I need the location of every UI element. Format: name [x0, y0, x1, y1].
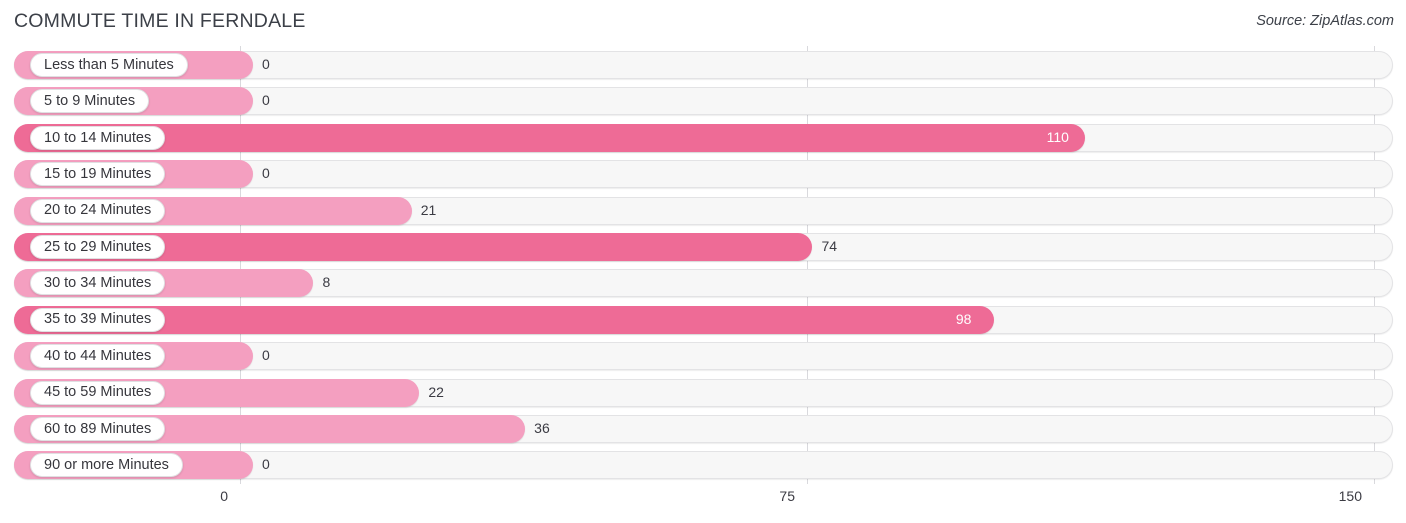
x-tick-label: 150: [1338, 488, 1362, 504]
category-label-pill: 20 to 24 Minutes: [30, 198, 166, 223]
chart-header: COMMUTE TIME IN FERNDALE Source: ZipAtla…: [0, 0, 1406, 46]
bar-row[interactable]: 35 to 39 Minutes 98: [0, 303, 1406, 339]
category-label: 40 to 44 Minutes: [44, 347, 152, 364]
chart-plot-area: Less than 5 Minutes 0 5 to 9 Minutes 0 10 to…: [0, 46, 1406, 486]
category-label-pill: 10 to 14 Minutes: [30, 125, 166, 150]
bar-row[interactable]: 45 to 59 Minutes 22: [0, 376, 1406, 412]
category-label-pill: 15 to 19 Minutes: [30, 162, 166, 187]
bar[interactable]: [14, 123, 1085, 152]
bar-value-label: 21: [420, 201, 437, 218]
bar-value-label: 22: [428, 383, 444, 400]
bar-value-label: 36: [534, 419, 550, 436]
bar-row[interactable]: 25 to 29 Minutes 74: [0, 230, 1406, 266]
category-label-pill: 5 to 9 Minutes: [30, 89, 150, 114]
bar-row[interactable]: Less than 5 Minutes 0: [0, 48, 1406, 84]
category-label-pill: 35 to 39 Minutes: [30, 307, 166, 332]
category-label-pill: 30 to 34 Minutes: [30, 271, 166, 296]
bar-row[interactable]: 10 to 14 Minutes 110: [0, 121, 1406, 157]
category-label: Less than 5 Minutes: [44, 56, 174, 73]
bar-rows: Less than 5 Minutes 0 5 to 9 Minutes 0 10 to…: [0, 48, 1406, 485]
category-label: 25 to 29 Minutes: [44, 238, 152, 255]
category-label-pill: 90 or more Minutes: [30, 453, 183, 478]
category-label: 60 to 89 Minutes: [44, 420, 152, 437]
x-tick-label: 75: [779, 488, 795, 504]
bar-row[interactable]: 30 to 34 Minutes 8: [0, 266, 1406, 302]
bar-row[interactable]: 60 to 89 Minutes 36: [0, 412, 1406, 448]
page-title: COMMUTE TIME IN FERNDALE: [14, 10, 306, 32]
bar-value-label: 0: [262, 456, 270, 473]
category-label: 35 to 39 Minutes: [44, 311, 152, 328]
bar-value-label: 74: [821, 237, 838, 254]
bar-value-label: 110: [1046, 128, 1069, 145]
bar-value-label: 0: [262, 165, 270, 182]
bar-value-label: 0: [262, 92, 270, 109]
category-label-pill: 45 to 59 Minutes: [30, 380, 166, 405]
source-attribution: Source: ZipAtlas.com: [1256, 13, 1394, 29]
bar-value-label: 0: [262, 56, 270, 72]
category-label-pill: Less than 5 Minutes: [30, 53, 188, 77]
bar-row[interactable]: 15 to 19 Minutes 0: [0, 157, 1406, 193]
category-label-pill: 60 to 89 Minutes: [30, 416, 166, 441]
x-tick-label: 0: [220, 488, 228, 504]
category-label: 45 to 59 Minutes: [44, 384, 152, 401]
category-label: 5 to 9 Minutes: [44, 93, 136, 110]
category-label: 20 to 24 Minutes: [44, 202, 152, 219]
category-label: 30 to 34 Minutes: [44, 275, 152, 292]
bar-row[interactable]: 20 to 24 Minutes 21: [0, 194, 1406, 230]
bar-value-label: 0: [262, 347, 270, 364]
category-label: 15 to 19 Minutes: [44, 165, 152, 182]
x-axis: 0 75 150: [0, 484, 1406, 523]
bar-row[interactable]: 5 to 9 Minutes 0: [0, 84, 1406, 120]
category-label: 90 or more Minutes: [44, 457, 169, 474]
category-label: 10 to 14 Minutes: [44, 129, 152, 146]
bar-value-label: 8: [322, 274, 331, 291]
bar-row[interactable]: 40 to 44 Minutes 0: [0, 339, 1406, 375]
bar-row[interactable]: 90 or more Minutes 0: [0, 448, 1406, 484]
bar-value-label: 98: [955, 310, 972, 327]
category-label-pill: 40 to 44 Minutes: [30, 344, 166, 369]
category-label-pill: 25 to 29 Minutes: [30, 234, 166, 259]
